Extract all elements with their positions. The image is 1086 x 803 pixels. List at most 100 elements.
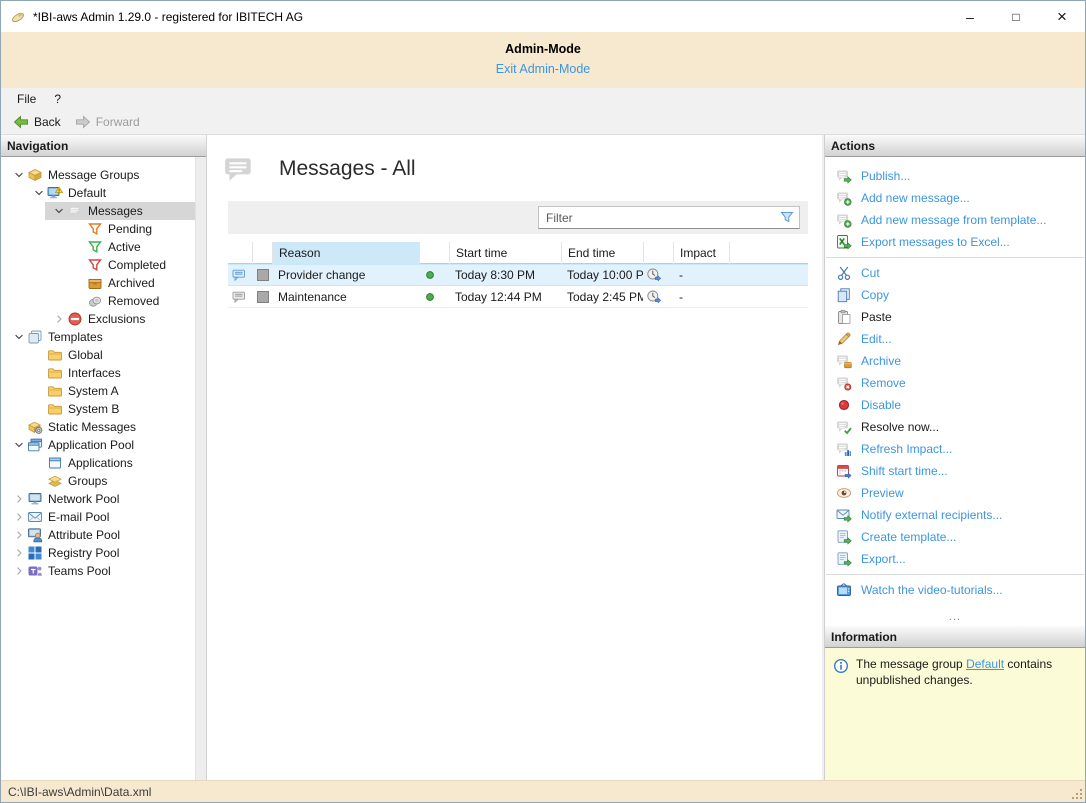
action-watch-the-video-tutorials[interactable]: Watch the video-tutorials... (825, 579, 1085, 601)
menu-help[interactable]: ? (45, 89, 70, 109)
expander-expanded-icon[interactable] (11, 329, 27, 345)
tree-item-label: Interfaces (68, 366, 125, 380)
nav-item-applications[interactable]: Applications (1, 454, 195, 472)
filter-input[interactable] (538, 206, 800, 229)
action-label: Preview (861, 486, 904, 500)
tree-item-label: Active (108, 240, 145, 254)
action-add-new-message[interactable]: Add new message... (825, 187, 1085, 209)
column-header-reason[interactable]: Reason (272, 242, 419, 264)
expander-expanded-icon[interactable] (11, 437, 27, 453)
add-message-icon (836, 190, 852, 206)
table-row[interactable]: MaintenanceToday 12:44 PMToday 2:45 PM- (228, 286, 808, 308)
admin-mode-banner: Admin-Mode Exit Admin-Mode (1, 32, 1085, 88)
titlebar: *IBI-aws Admin 1.29.0 - registered for I… (1, 1, 1085, 32)
resize-grip[interactable] (1071, 788, 1082, 799)
notify-recipients-icon (836, 507, 852, 523)
nav-item-pending[interactable]: Pending (1, 220, 195, 238)
back-button[interactable]: Back (6, 112, 68, 132)
nav-item-system-b[interactable]: System B (1, 400, 195, 418)
expander-collapsed-icon[interactable] (11, 491, 27, 507)
expander-expanded-icon[interactable] (31, 185, 47, 201)
expander-expanded-icon[interactable] (51, 203, 67, 219)
table-row[interactable]: Provider changeToday 8:30 PMToday 10:00 … (228, 264, 808, 286)
nav-item-application-pool[interactable]: Application Pool (1, 436, 195, 454)
nav-item-interfaces[interactable]: Interfaces (1, 364, 195, 382)
nav-item-active[interactable]: Active (1, 238, 195, 256)
table-body: Provider changeToday 8:30 PMToday 10:00 … (228, 264, 808, 308)
action-refresh-impact[interactable]: Refresh Impact... (825, 438, 1085, 460)
forward-label: Forward (96, 115, 140, 129)
back-icon (13, 114, 29, 130)
tree-item-label: Application Pool (48, 438, 138, 452)
action-resolve-now[interactable]: Resolve now... (825, 416, 1085, 438)
action-edit[interactable]: Edit... (825, 328, 1085, 350)
action-disable[interactable]: Disable (825, 394, 1085, 416)
nav-item-messages[interactable]: Messages (1, 202, 195, 220)
nav-item-default[interactable]: Default (1, 184, 195, 202)
panel-splitter-handle[interactable]: ... (825, 614, 1085, 626)
action-paste[interactable]: Paste (825, 306, 1085, 328)
column-header-end-time[interactable]: End time (561, 242, 643, 264)
nav-item-e-mail-pool[interactable]: E-mail Pool (1, 508, 195, 526)
nav-item-static-messages[interactable]: Static Messages (1, 418, 195, 436)
tree-indent (71, 239, 87, 255)
email-pool-icon (27, 509, 43, 525)
action-export-messages-to-excel[interactable]: Export messages to Excel... (825, 231, 1085, 253)
action-label: Disable (861, 398, 901, 412)
nav-item-global[interactable]: Global (1, 346, 195, 364)
nav-item-templates[interactable]: Templates (1, 328, 195, 346)
folder-icon (47, 401, 63, 417)
cell-impact: - (673, 265, 729, 285)
minimize-button[interactable]: – (947, 1, 993, 32)
nav-item-attribute-pool[interactable]: Attribute Pool (1, 526, 195, 544)
folder-icon (47, 347, 63, 363)
funnel-red-icon (87, 257, 103, 273)
nav-item-system-a[interactable]: System A (1, 382, 195, 400)
nav-scrollbar[interactable] (195, 157, 206, 780)
tree-indent (31, 401, 47, 417)
expander-collapsed-icon[interactable] (11, 563, 27, 579)
action-shift-start-time[interactable]: Shift start time... (825, 460, 1085, 482)
expander-expanded-icon[interactable] (11, 167, 27, 183)
impact-clock-icon (646, 267, 662, 283)
action-preview[interactable]: Preview (825, 482, 1085, 504)
maximize-button[interactable]: □ (993, 1, 1039, 32)
column-header-start-time[interactable]: Start time (449, 242, 561, 264)
column-header-impact[interactable]: Impact (673, 242, 729, 264)
navigation-tree: Message GroupsDefaultMessagesPending Acti… (1, 157, 195, 780)
nav-item-registry-pool[interactable]: Registry Pool (1, 544, 195, 562)
nav-item-completed[interactable]: Completed (1, 256, 195, 274)
exit-admin-mode-link[interactable]: Exit Admin-Mode (496, 62, 590, 76)
expander-collapsed-icon[interactable] (11, 545, 27, 561)
nav-item-exclusions[interactable]: Exclusions (1, 310, 195, 328)
forward-button[interactable]: Forward (68, 112, 147, 132)
action-notify-external-recipients[interactable]: Notify external recipients... (825, 504, 1085, 526)
expander-collapsed-icon[interactable] (51, 311, 67, 327)
action-label: Copy (861, 288, 889, 302)
nav-item-message-groups[interactable]: Message Groups (1, 166, 195, 184)
expander-collapsed-icon[interactable] (11, 509, 27, 525)
default-group-link[interactable]: Default (966, 657, 1004, 671)
action-add-new-message-from-template[interactable]: Add new message from template... (825, 209, 1085, 231)
close-button[interactable]: × (1039, 1, 1085, 32)
nav-item-groups[interactable]: Groups (1, 472, 195, 490)
nav-item-network-pool[interactable]: Network Pool (1, 490, 195, 508)
action-create-template[interactable]: Create template... (825, 526, 1085, 548)
action-label: Notify external recipients... (861, 508, 1002, 522)
expander-collapsed-icon[interactable] (11, 527, 27, 543)
action-label: Shift start time... (861, 464, 948, 478)
action-remove[interactable]: Remove (825, 372, 1085, 394)
nav-item-teams-pool[interactable]: Teams Pool (1, 562, 195, 580)
tree-indent (71, 257, 87, 273)
action-archive[interactable]: Archive (825, 350, 1085, 372)
action-label: Create template... (861, 530, 956, 544)
menu-file[interactable]: File (8, 89, 45, 109)
filter-funnel-icon[interactable] (779, 209, 795, 225)
action-copy[interactable]: Copy (825, 284, 1085, 306)
nav-item-removed[interactable]: Removed (1, 292, 195, 310)
action-publish[interactable]: Publish... (825, 165, 1085, 187)
action-cut[interactable]: Cut (825, 262, 1085, 284)
action-export[interactable]: Export... (825, 548, 1085, 570)
tree-indent (71, 293, 87, 309)
nav-item-archived[interactable]: Archived (1, 274, 195, 292)
